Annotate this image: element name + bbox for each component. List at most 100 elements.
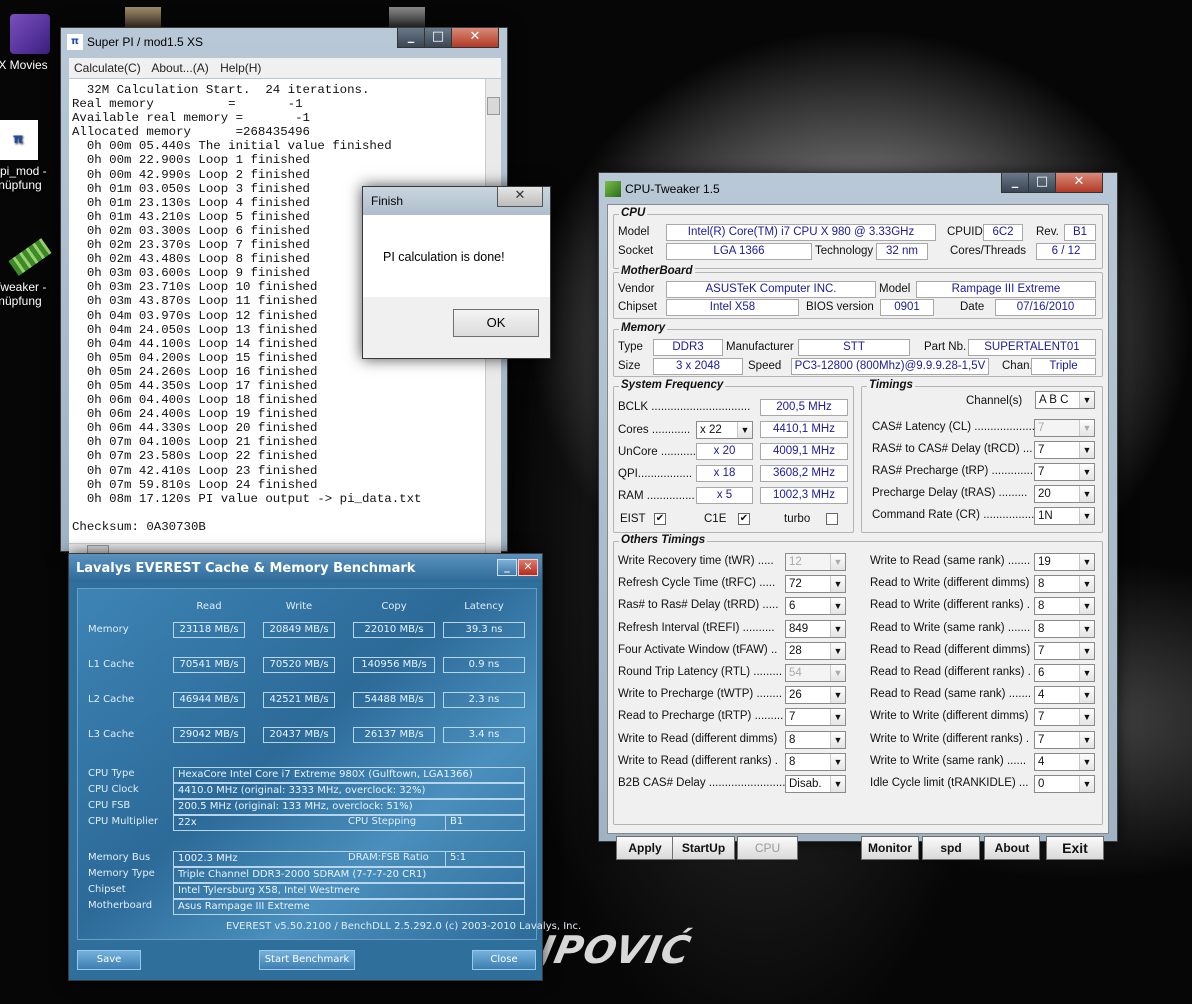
eist-checkbox[interactable]: ✔ <box>654 513 666 525</box>
console-line: 0h 00m 22.900s Loop 1 finished <box>72 153 310 168</box>
cpu-tweaker-body: CPU Model Intel(R) Core(TM) i7 CPU X 980 @… <box>607 204 1109 860</box>
console-line: 0h 00m 42.990s Loop 2 finished <box>72 167 310 182</box>
timing-dropdown[interactable]: 849 ▼ <box>785 619 846 638</box>
benchmark-value: 46944 MB/s <box>173 692 245 708</box>
cores-multiplier-dropdown[interactable]: x 22 ▼ <box>696 421 753 439</box>
everest-titlebar[interactable]: Lavalys EVEREST Cache & Memory Benchmark… <box>69 554 542 582</box>
timing-dropdown[interactable]: 0 ▼ <box>1034 775 1095 793</box>
timing-dropdown[interactable]: Disab. ▼ <box>785 775 846 793</box>
timing-label: Write to Read (different dimms) <box>618 732 778 745</box>
cpu-tweaker-titlebar[interactable]: CPU-Tweaker 1.5 _ □ ✕ <box>599 173 1117 201</box>
timing-label: RAS# to CAS# Delay (tRCD) ... <box>872 443 1033 455</box>
minimize-button[interactable]: _ <box>1001 173 1029 193</box>
group-label: MotherBoard <box>619 265 695 277</box>
dropdown-value: 72 <box>789 578 802 591</box>
timing-dropdown[interactable]: 7 ▼ <box>1034 708 1095 727</box>
timing-dropdown[interactable]: 6 ▼ <box>785 597 846 616</box>
chevron-down-icon: ▼ <box>830 554 845 570</box>
timing-dropdown[interactable]: 20 ▼ <box>1034 485 1095 503</box>
dropdown-value: 0 <box>1038 778 1045 790</box>
minimize-button[interactable]: _ <box>497 559 517 576</box>
group-label: CPU <box>619 207 648 219</box>
save-button[interactable]: Save <box>77 950 141 970</box>
apply-button[interactable]: Apply <box>616 836 674 860</box>
socket-field: LGA 1366 <box>666 243 812 260</box>
spd-button[interactable]: spd <box>922 836 980 860</box>
timing-dropdown[interactable]: 7 ▼ <box>1034 730 1095 749</box>
group-label: System Frequency <box>619 379 726 391</box>
menu-about[interactable]: About...(A) <box>151 61 208 75</box>
scroll-thumb[interactable] <box>487 97 500 115</box>
minimize-button[interactable]: _ <box>397 28 425 48</box>
timing-dropdown[interactable]: 4 ▼ <box>1034 686 1095 705</box>
close-button[interactable]: Close <box>472 950 536 970</box>
close-button[interactable]: ✕ <box>1055 173 1103 193</box>
desktop-icon-superpi[interactable]: π _pi_mod - nüpfung <box>0 120 60 192</box>
dropdown-value: 19 <box>1038 556 1051 568</box>
chevron-down-icon: ▼ <box>830 731 845 748</box>
exit-button[interactable]: Exit <box>1046 836 1104 860</box>
timing-dropdown[interactable]: 7 ▼ <box>1034 441 1095 459</box>
timing-label: Refresh Cycle Time (tRFC) ..... <box>618 577 776 590</box>
field-label: Part Nb. <box>924 341 967 353</box>
timing-label: Write to Write (different dimms) <box>870 710 1029 723</box>
timing-dropdown[interactable]: 8 ▼ <box>785 730 846 749</box>
row-label: Memory <box>88 624 129 635</box>
timing-dropdown[interactable]: 8 ▼ <box>1034 575 1095 594</box>
menu-help[interactable]: Help(H) <box>220 61 261 75</box>
timing-dropdown[interactable]: 7 ▼ <box>1034 641 1095 660</box>
field-label: Chipset <box>618 301 657 313</box>
channel-dropdown[interactable]: A B C ▼ <box>1035 391 1095 409</box>
maximize-button[interactable]: □ <box>1028 173 1056 193</box>
turbo-checkbox[interactable] <box>826 513 838 525</box>
timing-dropdown[interactable]: 7 ▼ <box>1034 419 1095 437</box>
finish-titlebar[interactable]: Finish ✕ <box>363 187 550 215</box>
timing-dropdown[interactable]: 6 ▼ <box>1034 664 1095 682</box>
info-label: Memory Type <box>88 868 155 879</box>
info-value: 5:1 <box>445 851 525 867</box>
timing-dropdown[interactable]: 8 ▼ <box>785 752 846 771</box>
uncore-frequency-field: 4009,1 MHz <box>760 443 848 460</box>
field-label: CPUID <box>947 226 983 238</box>
dropdown-value: 849 <box>789 622 809 635</box>
timing-dropdown[interactable]: 72 ▼ <box>785 575 846 594</box>
desktop-icon-tweaker[interactable]: Tweaker - nüpfung <box>0 238 60 308</box>
timing-dropdown[interactable]: 19 ▼ <box>1034 553 1095 571</box>
timing-dropdown[interactable]: 7 ▼ <box>785 708 846 727</box>
close-button[interactable]: ✕ <box>451 28 499 48</box>
timing-label: CAS# Latency (CL) ..................... <box>872 421 1042 433</box>
startup-button[interactable]: StartUp <box>672 836 735 860</box>
timing-dropdown[interactable]: 4 ▼ <box>1034 752 1095 771</box>
benchmark-value: 0.9 ns <box>443 657 525 673</box>
timing-dropdown[interactable]: 8 ▼ <box>1034 619 1095 638</box>
close-button[interactable]: ✕ <box>497 187 543 207</box>
timing-dropdown[interactable]: 8 ▼ <box>1034 597 1095 616</box>
column-header: Copy <box>381 601 407 612</box>
chevron-down-icon: ▼ <box>830 753 845 770</box>
field-label: Socket <box>618 245 654 257</box>
chevron-down-icon: ▼ <box>1079 620 1094 637</box>
timing-label: Read to Read (different ranks) . <box>870 666 1031 678</box>
timing-dropdown[interactable]: 54 ▼ <box>785 664 846 682</box>
about-button[interactable]: About <box>984 836 1040 860</box>
close-button[interactable]: ✕ <box>518 559 538 576</box>
info-label: CPU Stepping <box>348 816 417 827</box>
superpi-titlebar[interactable]: π Super PI / mod1.5 XS _ □ ✕ <box>61 28 507 56</box>
start-benchmark-button[interactable]: Start Benchmark <box>259 950 355 970</box>
maximize-button[interactable]: □ <box>424 28 452 48</box>
timing-dropdown[interactable]: 28 ▼ <box>785 641 846 660</box>
chevron-down-icon: ▼ <box>1079 598 1094 615</box>
timing-dropdown[interactable]: 26 ▼ <box>785 686 846 705</box>
monitor-button[interactable]: Monitor <box>861 836 919 860</box>
menu-calculate[interactable]: Calculate(C) <box>74 61 141 75</box>
ok-button[interactable]: OK <box>453 309 539 337</box>
timing-dropdown[interactable]: 12 ▼ <box>785 553 846 571</box>
c1e-checkbox[interactable]: ✔ <box>738 513 750 525</box>
chevron-down-icon: ▼ <box>830 598 845 615</box>
timing-dropdown[interactable]: 7 ▼ <box>1034 463 1095 481</box>
benchmark-value: 54488 MB/s <box>353 692 435 708</box>
field-label: Manufacturer <box>726 341 794 353</box>
field-label: Type <box>618 341 643 353</box>
desktop-icon-movies[interactable]: X Movies <box>0 14 60 72</box>
timing-dropdown[interactable]: 1N ▼ <box>1034 507 1095 525</box>
